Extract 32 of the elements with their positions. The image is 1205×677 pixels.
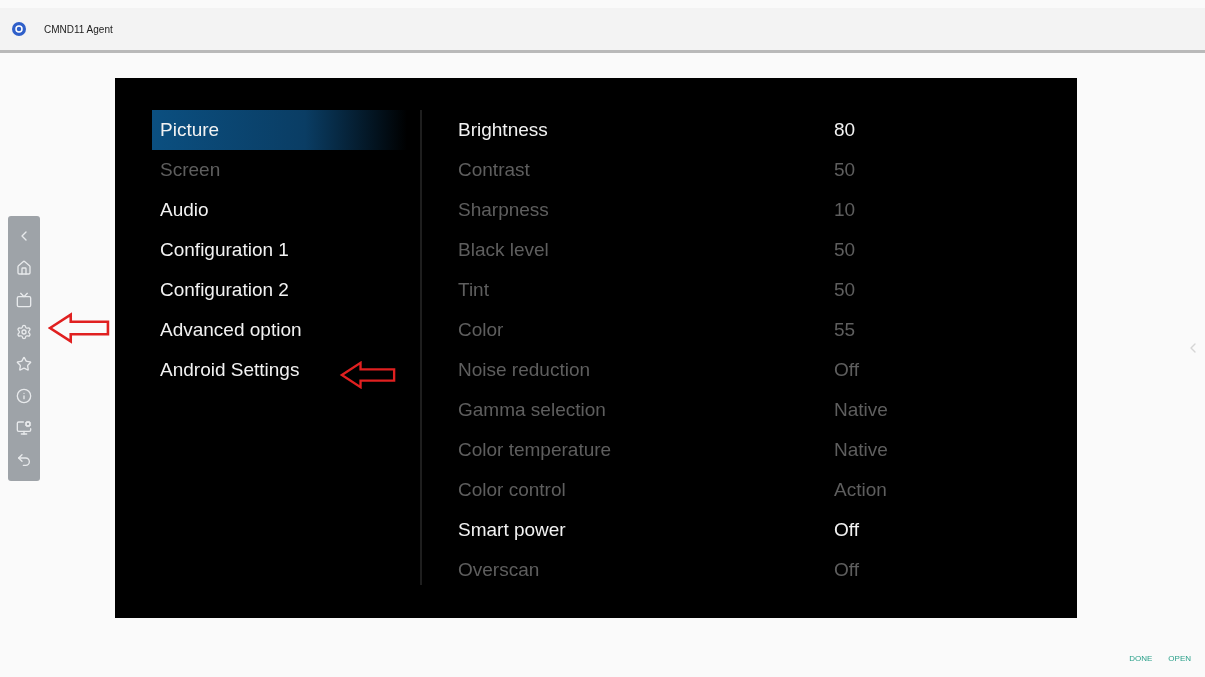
menu-item[interactable]: Configuration 2 (152, 270, 407, 310)
setting-value: Native (834, 399, 888, 421)
arrow-annotation (48, 310, 110, 346)
info-icon[interactable] (16, 388, 32, 405)
star-icon[interactable] (16, 356, 32, 373)
menu-item[interactable]: Advanced option (152, 310, 407, 350)
setting-value: 80 (834, 119, 856, 141)
window-title: CMND11 Agent (44, 23, 113, 35)
setting-label[interactable]: Brightness (458, 119, 834, 141)
setting-label[interactable]: Smart power (458, 519, 834, 541)
setting-value: Native (834, 439, 888, 461)
setting-value: 55 (834, 319, 856, 341)
settings-icon[interactable] (16, 323, 32, 340)
home-icon[interactable] (16, 259, 32, 276)
menu-item[interactable]: Android Settings (152, 350, 407, 390)
footer-button[interactable]: OPEN (1168, 654, 1191, 663)
return-icon[interactable] (16, 452, 32, 469)
setting-value: Action (834, 479, 887, 501)
app-logo-icon (12, 22, 26, 36)
setting-value: Off (834, 359, 859, 381)
monitor-gear-icon[interactable] (16, 420, 32, 437)
setting-value: 50 (834, 239, 856, 261)
setting-value: Off (834, 519, 859, 541)
menu-item[interactable]: Audio (152, 190, 407, 230)
setting-value: 50 (834, 159, 856, 181)
footer-button[interactable]: DONE (1129, 654, 1153, 663)
setting-value: 50 (834, 279, 856, 301)
setting-value: Off (834, 559, 859, 581)
setting-value: 10 (834, 199, 856, 221)
menu-item[interactable]: Configuration 1 (152, 230, 407, 270)
tv-icon[interactable] (16, 291, 32, 308)
menu-item[interactable]: Picture (152, 110, 407, 150)
